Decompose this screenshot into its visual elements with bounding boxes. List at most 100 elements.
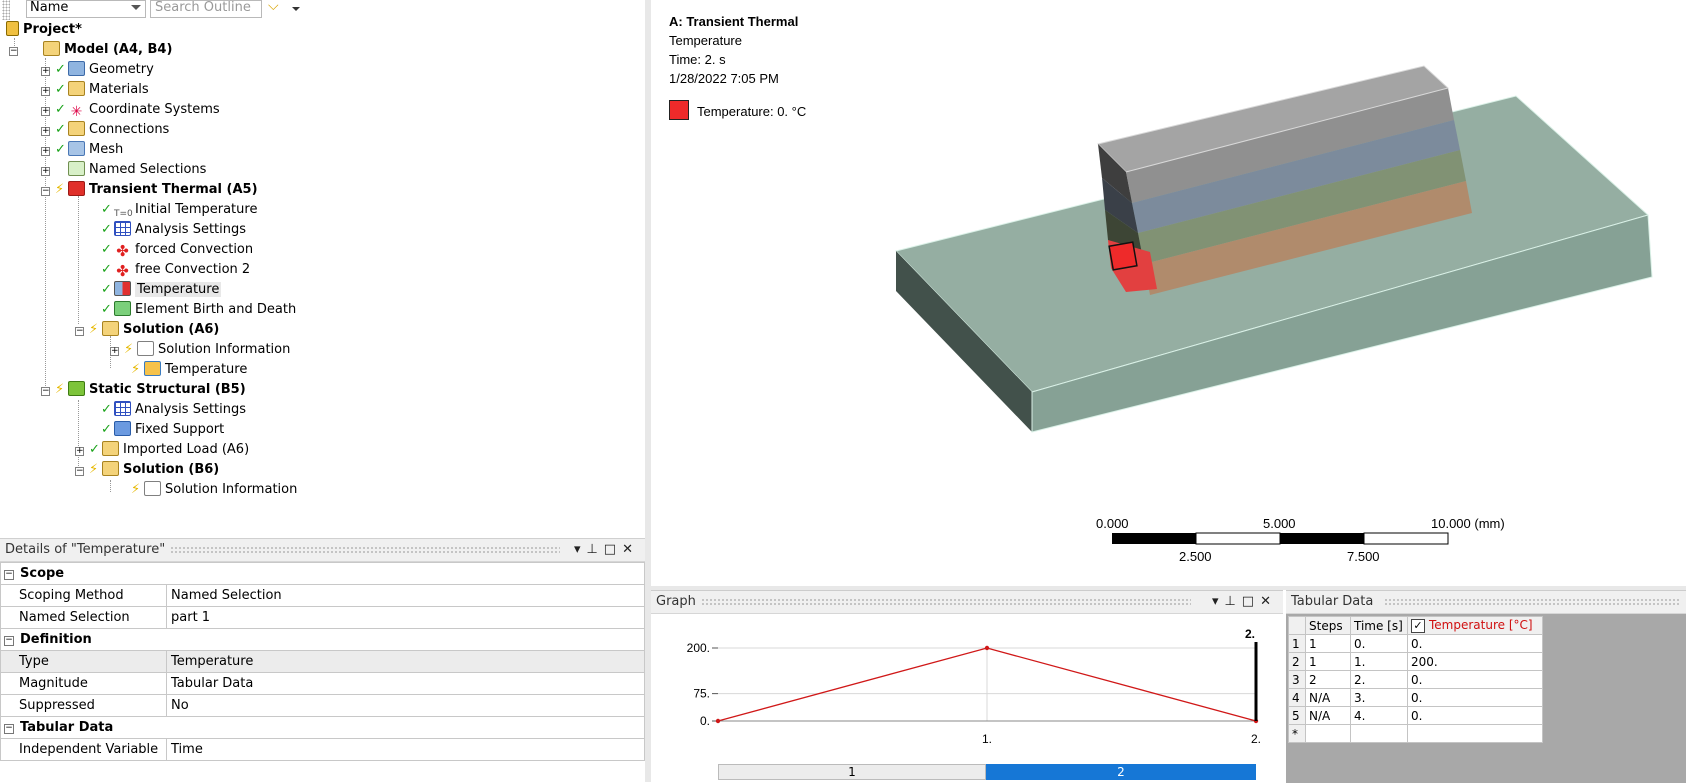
- outline-filter-combo[interactable]: Name: [26, 0, 146, 18]
- column-header-time[interactable]: Time [s]: [1350, 616, 1408, 635]
- checkbox-icon[interactable]: ✓: [1411, 619, 1425, 633]
- expand-icon[interactable]: +: [41, 67, 50, 76]
- collapse-icon[interactable]: −: [41, 387, 50, 396]
- group-tabular-data[interactable]: − Tabular Data: [0, 716, 645, 739]
- expand-icon[interactable]: +: [110, 347, 119, 356]
- tree-item-analysis-settings-b[interactable]: ✓ Analysis Settings: [101, 400, 246, 420]
- outline-search-input[interactable]: Search Outline: [150, 0, 262, 18]
- table-cell[interactable]: N/A: [1305, 688, 1351, 707]
- property-value[interactable]: Named Selection: [166, 584, 645, 607]
- expand-chevron-icon[interactable]: ⌵: [268, 0, 279, 13]
- tree-item-solution-b6[interactable]: − ⚡ Solution (B6): [75, 460, 219, 480]
- group-scope[interactable]: − Scope: [0, 562, 645, 585]
- table-row[interactable]: 2 1 1. 200.: [1288, 652, 1543, 671]
- table-cell[interactable]: 0.: [1407, 688, 1543, 707]
- property-value[interactable]: Time: [166, 738, 645, 761]
- tree-item-named-selections[interactable]: +✓Named Selections: [41, 160, 206, 180]
- tree-item-solution-information-b[interactable]: ⚡ Solution Information: [131, 480, 297, 500]
- tree-item-geometry[interactable]: + ✓ Geometry: [41, 60, 154, 80]
- property-value[interactable]: Tabular Data: [166, 672, 645, 695]
- table-row[interactable]: 3 2 2. 0.: [1288, 670, 1543, 689]
- expand-icon[interactable]: +: [41, 147, 50, 156]
- table-cell[interactable]: [1305, 724, 1351, 743]
- tree-item-fixed-support[interactable]: ✓ Fixed Support: [101, 420, 224, 440]
- table-cell[interactable]: 200.: [1407, 652, 1543, 671]
- tree-item-imported-load[interactable]: + ✓ Imported Load (A6): [75, 440, 249, 460]
- table-new-row[interactable]: *: [1288, 724, 1543, 743]
- table-cell[interactable]: 0.: [1407, 706, 1543, 725]
- toolbar-grip[interactable]: [2, 0, 10, 20]
- table-cell[interactable]: [1407, 724, 1543, 743]
- property-value[interactable]: No: [166, 694, 645, 717]
- tree-item-project[interactable]: Project*: [6, 20, 82, 40]
- model-3d-view[interactable]: [651, 0, 1686, 588]
- table-cell[interactable]: 1.: [1350, 652, 1408, 671]
- dropdown-icon[interactable]: ▾: [574, 542, 587, 557]
- collapse-icon[interactable]: −: [9, 47, 18, 56]
- step-2[interactable]: 2: [986, 764, 1256, 780]
- close-icon[interactable]: ✕: [1260, 594, 1277, 609]
- table-cell[interactable]: 0.: [1407, 670, 1543, 689]
- tree-item-connections[interactable]: + ✓ Connections: [41, 120, 169, 140]
- tree-item-free-convection[interactable]: ✓ ✤ free Convection 2: [101, 260, 250, 280]
- tree-item-temperature[interactable]: ✓ Temperature: [101, 280, 222, 300]
- graphics-viewport[interactable]: A: Transient Thermal Temperature Time: 2…: [651, 0, 1686, 588]
- column-header-temperature[interactable]: ✓ Temperature [°C]: [1407, 616, 1543, 635]
- tree-item-initial-temperature[interactable]: ✓ T=0 Initial Temperature: [101, 200, 257, 220]
- tree-item-model[interactable]: − Model (A4, B4): [9, 40, 172, 60]
- tree-item-label: Solution (B6): [123, 462, 220, 477]
- expand-icon[interactable]: +: [41, 107, 50, 116]
- tree-item-materials[interactable]: + ✓ Materials: [41, 80, 149, 100]
- column-header-steps[interactable]: Steps: [1305, 616, 1351, 635]
- table-cell[interactable]: 0.: [1407, 634, 1543, 653]
- panel-grip[interactable]: [170, 546, 560, 554]
- maximize-icon[interactable]: □: [1242, 594, 1260, 609]
- collapse-icon[interactable]: −: [75, 327, 84, 336]
- tree-item-solution-information[interactable]: + ⚡ Solution Information: [110, 340, 290, 360]
- table-cell[interactable]: 1: [1305, 652, 1351, 671]
- table-row[interactable]: 1 1 0. 0.: [1288, 634, 1543, 653]
- step-selector[interactable]: 1 2: [718, 764, 1256, 780]
- graph-chart[interactable]: 200. 75. 0. 1. 2. 2.: [651, 615, 1283, 783]
- expand-icon[interactable]: +: [75, 447, 84, 456]
- expand-icon[interactable]: +: [41, 87, 50, 96]
- dropdown-icon[interactable]: ▾: [1212, 594, 1225, 609]
- table-cell[interactable]: 3.: [1350, 688, 1408, 707]
- expand-icon[interactable]: +: [41, 127, 50, 136]
- collapse-icon[interactable]: −: [75, 467, 84, 476]
- close-icon[interactable]: ✕: [622, 542, 639, 557]
- tree-item-forced-convection[interactable]: ✓ ✤ forced Convection: [101, 240, 253, 260]
- table-cell[interactable]: 2.: [1350, 670, 1408, 689]
- tabular-data-table[interactable]: Steps Time [s] ✓ Temperature [°C] 1 1 0. 0. …: [1288, 616, 1543, 743]
- panel-grip[interactable]: [701, 598, 1191, 606]
- table-cell[interactable]: [1350, 724, 1408, 743]
- panel-grip[interactable]: [1384, 598, 1680, 606]
- step-1[interactable]: 1: [718, 764, 986, 780]
- table-cell[interactable]: 2: [1305, 670, 1351, 689]
- tree-item-solution-a6[interactable]: − ⚡ Solution (A6): [75, 320, 219, 340]
- tree-item-coordinate-systems[interactable]: + ✓ ✳ Coordinate Systems: [41, 100, 220, 120]
- table-cell[interactable]: 1: [1305, 634, 1351, 653]
- maximize-icon[interactable]: □: [604, 542, 622, 557]
- pin-icon[interactable]: ⊥: [1224, 594, 1241, 609]
- toolbar-dropdown-icon[interactable]: [292, 7, 300, 11]
- property-value[interactable]: Temperature: [166, 650, 645, 673]
- group-definition[interactable]: − Definition: [0, 628, 645, 651]
- table-cell[interactable]: 0.: [1350, 634, 1408, 653]
- pin-icon[interactable]: ⊥: [586, 542, 603, 557]
- table-row[interactable]: 5 N/A 4. 0.: [1288, 706, 1543, 725]
- model-icon: [43, 41, 60, 56]
- tree-item-analysis-settings[interactable]: ✓ Analysis Settings: [101, 220, 246, 240]
- collapse-icon[interactable]: −: [41, 187, 50, 196]
- tree-item-mesh[interactable]: + ✓ Mesh: [41, 140, 123, 160]
- tree-item-static-structural[interactable]: − ⚡ Static Structural (B5): [41, 380, 246, 400]
- table-row[interactable]: 4 N/A 3. 0.: [1288, 688, 1543, 707]
- expand-icon[interactable]: +: [41, 167, 50, 176]
- element-birth-death-icon: [114, 301, 131, 316]
- tree-item-transient-thermal[interactable]: − ⚡ Transient Thermal (A5): [41, 180, 258, 200]
- tree-item-element-birth-and-death[interactable]: ✓ Element Birth and Death: [101, 300, 296, 320]
- property-value[interactable]: part 1: [166, 606, 645, 629]
- table-cell[interactable]: N/A: [1305, 706, 1351, 725]
- tree-item-solution-temperature[interactable]: ⚡ Temperature: [131, 360, 247, 380]
- table-cell[interactable]: 4.: [1350, 706, 1408, 725]
